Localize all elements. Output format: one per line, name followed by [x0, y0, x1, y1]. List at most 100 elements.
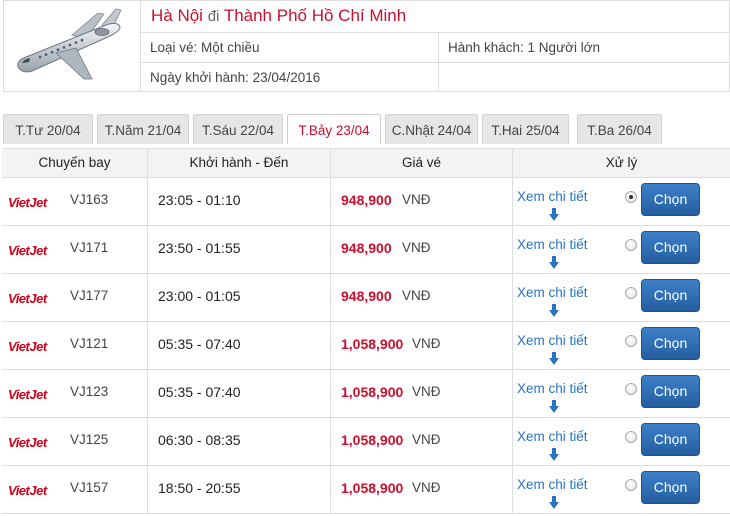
flight-code: VJ123	[70, 384, 109, 399]
action-cell: Xem chi tiết Chọn	[513, 370, 730, 417]
arrow-down-icon[interactable]	[549, 496, 559, 509]
price-cell: 1,058,900 VNĐ	[331, 322, 513, 369]
currency-label: VNĐ	[402, 288, 431, 303]
departure-date: Ngày khởi hành: 23/04/2016	[141, 63, 439, 92]
tab-date-25-04[interactable]: T.Hai 25/04	[482, 114, 569, 144]
origin-city: Hà Nội	[151, 6, 203, 25]
arrow-down-icon[interactable]	[549, 400, 559, 413]
tab-date-24-04[interactable]: C.Nhật 24/04	[385, 114, 478, 144]
choose-button[interactable]: Chọn	[641, 327, 700, 360]
choose-button[interactable]: Chọn	[641, 279, 700, 312]
empty-cell	[439, 63, 730, 92]
tab-date-21-04[interactable]: T.Năm 21/04	[97, 114, 189, 144]
table-row: VietJet VJ125 06:30 - 08:35 1,058,900 VN…	[2, 418, 730, 466]
table-row: VietJet VJ171 23:50 - 01:55 948,900 VNĐ …	[2, 226, 730, 274]
flight-select-radio[interactable]	[625, 335, 637, 347]
view-details-link[interactable]: Xem chi tiết	[517, 237, 588, 252]
choose-button[interactable]: Chọn	[641, 183, 700, 216]
time-cell: 23:50 - 01:55	[148, 226, 331, 273]
currency-label: VNĐ	[412, 432, 441, 447]
arrow-down-icon[interactable]	[549, 256, 559, 269]
view-details-link[interactable]: Xem chi tiết	[517, 429, 588, 444]
flight-select-radio[interactable]	[625, 287, 637, 299]
action-cell: Xem chi tiết Chọn	[513, 418, 730, 465]
flight-code: VJ125	[70, 432, 109, 447]
route-title: Hà Nội đi Thành Phố Hồ Chí Minh	[141, 0, 730, 32]
time-cell: 23:05 - 01:10	[148, 178, 331, 225]
vietjet-logo: VietJet	[8, 483, 47, 498]
flight-cell: VietJet VJ171	[2, 226, 148, 273]
flight-select-radio[interactable]	[625, 431, 637, 443]
header-price: Giá vé	[331, 149, 513, 178]
flight-select-radio[interactable]	[625, 479, 637, 491]
table-row: VietJet VJ163 23:05 - 01:10 948,900 VNĐ …	[2, 178, 730, 226]
table-header: Chuyến bay Khởi hành - Đến Giá vé Xử lý	[2, 148, 730, 178]
price-cell: 1,058,900 VNĐ	[331, 370, 513, 417]
action-cell: Xem chi tiết Chọn	[513, 178, 730, 225]
view-details-link[interactable]: Xem chi tiết	[517, 477, 588, 492]
price-cell: 1,058,900 VNĐ	[331, 466, 513, 513]
flight-code: VJ177	[70, 288, 109, 303]
arrow-down-icon[interactable]	[549, 304, 559, 317]
vietjet-logo: VietJet	[8, 195, 47, 210]
tab-date-20-04[interactable]: T.Tư 20/04	[3, 114, 93, 144]
flight-time: 06:30 - 08:35	[158, 432, 241, 448]
view-details-link[interactable]: Xem chi tiết	[517, 333, 588, 348]
choose-button[interactable]: Chọn	[641, 231, 700, 264]
tab-date-22-04[interactable]: T.Sáu 22/04	[193, 114, 283, 144]
currency-label: VNĐ	[412, 384, 441, 399]
vietjet-logo: VietJet	[8, 243, 47, 258]
destination-city: Thành Phố Hồ Chí Minh	[223, 6, 407, 25]
arrow-down-icon[interactable]	[549, 208, 559, 221]
choose-button[interactable]: Chọn	[641, 471, 700, 504]
time-cell: 05:35 - 07:40	[148, 370, 331, 417]
date-tabs: T.Tư 20/04 T.Năm 21/04 T.Sáu 22/04 T.Bảy…	[3, 114, 730, 144]
flight-cell: VietJet VJ157	[2, 466, 148, 513]
time-cell: 05:35 - 07:40	[148, 322, 331, 369]
flight-time: 05:35 - 07:40	[158, 336, 241, 352]
flight-cell: VietJet VJ177	[2, 274, 148, 321]
flight-select-radio[interactable]	[625, 191, 637, 203]
action-cell: Xem chi tiết Chọn	[513, 274, 730, 321]
flight-code: VJ121	[70, 336, 109, 351]
currency-label: VNĐ	[402, 192, 431, 207]
view-details-link[interactable]: Xem chi tiết	[517, 189, 588, 204]
airplane-icon	[17, 8, 122, 80]
flight-time: 18:50 - 20:55	[158, 480, 241, 496]
flight-code: VJ171	[70, 240, 109, 255]
flight-cell: VietJet VJ125	[2, 418, 148, 465]
date-info-row: Ngày khởi hành: 23/04/2016	[141, 62, 730, 92]
flight-select-radio[interactable]	[625, 239, 637, 251]
flight-select-radio[interactable]	[625, 383, 637, 395]
flight-code: VJ163	[70, 192, 109, 207]
ticket-price: 1,058,900	[341, 336, 404, 352]
ticket-price: 948,900	[341, 192, 392, 208]
flight-cell: VietJet VJ121	[2, 322, 148, 369]
choose-button[interactable]: Chọn	[641, 375, 700, 408]
arrow-down-icon[interactable]	[549, 448, 559, 461]
choose-button[interactable]: Chọn	[641, 423, 700, 456]
flight-table: Chuyến bay Khởi hành - Đến Giá vé Xử lý …	[2, 148, 730, 514]
vietjet-logo: VietJet	[8, 339, 47, 354]
time-cell: 06:30 - 08:35	[148, 418, 331, 465]
view-details-link[interactable]: Xem chi tiết	[517, 285, 588, 300]
flight-cell: VietJet VJ123	[2, 370, 148, 417]
plane-image-box	[3, 0, 141, 92]
flight-time: 23:00 - 01:05	[158, 288, 241, 304]
header-flight: Chuyến bay	[2, 149, 148, 178]
ticket-price: 1,058,900	[341, 384, 404, 400]
price-cell: 948,900 VNĐ	[331, 274, 513, 321]
vietjet-logo: VietJet	[8, 435, 47, 450]
table-row: VietJet VJ157 18:50 - 20:55 1,058,900 VN…	[2, 466, 730, 514]
view-details-link[interactable]: Xem chi tiết	[517, 381, 588, 396]
action-cell: Xem chi tiết Chọn	[513, 322, 730, 369]
flight-search-summary: Hà Nội đi Thành Phố Hồ Chí Minh Loại vé:…	[0, 0, 730, 94]
tab-date-26-04[interactable]: T.Ba 26/04	[577, 114, 662, 144]
route-connector: đi	[207, 8, 220, 25]
ticket-price: 948,900	[341, 288, 392, 304]
arrow-down-icon[interactable]	[549, 352, 559, 365]
table-row: VietJet VJ177 23:00 - 01:05 948,900 VNĐ …	[2, 274, 730, 322]
tab-date-23-04[interactable]: T.Bảy 23/04	[287, 114, 381, 144]
ticket-info-row: Loại vé: Một chiều Hành khách: 1 Người l…	[141, 32, 730, 62]
price-cell: 1,058,900 VNĐ	[331, 418, 513, 465]
